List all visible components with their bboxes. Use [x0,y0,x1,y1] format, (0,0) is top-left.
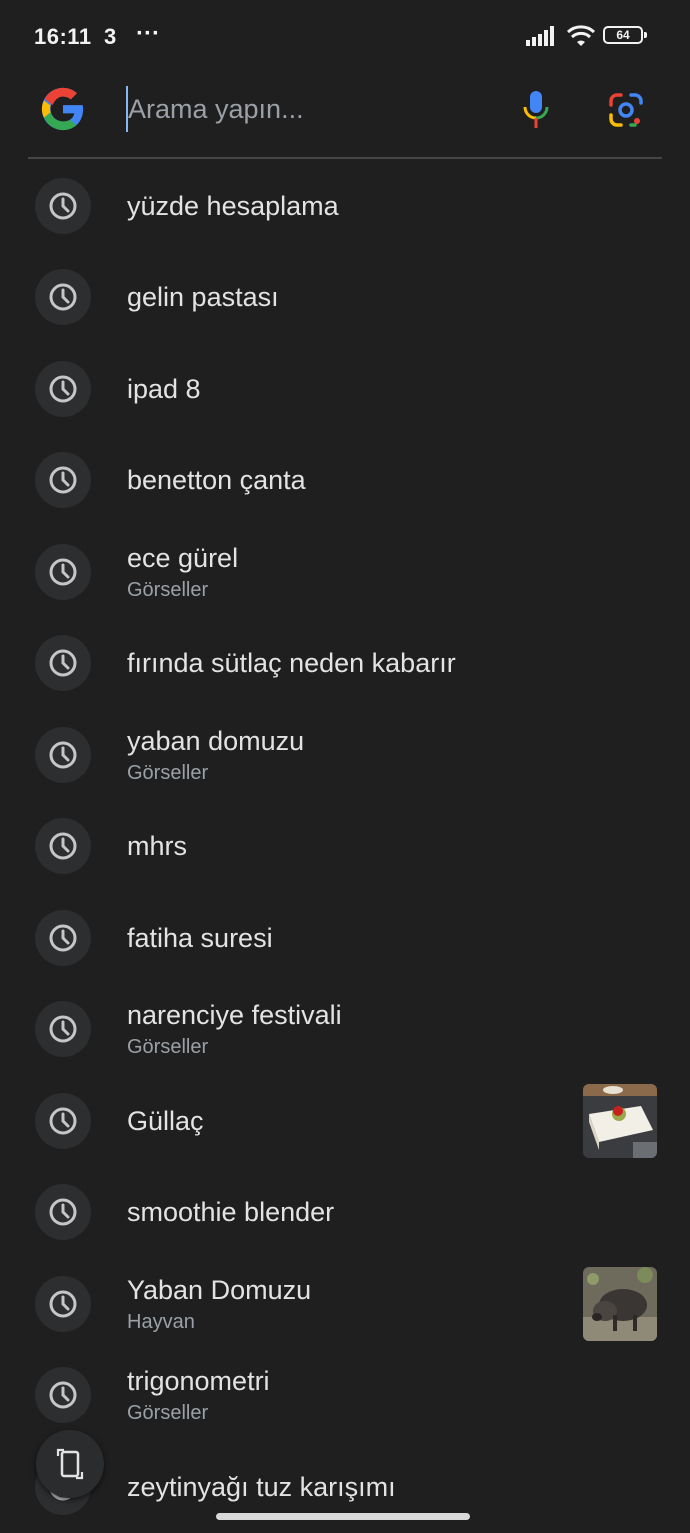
history-item-text: ece gürel Görseller [127,541,238,603]
history-item-title: smoothie blender [127,1197,335,1228]
history-item-title: zeytinyağı tuz karışımı [127,1471,396,1502]
clock-icon [35,1092,91,1149]
history-item[interactable]: trigonometri Görseller [0,1350,690,1442]
clock-icon [35,177,91,234]
history-item-text: yaban domuzu Görseller [127,724,304,786]
history-item-subtitle: Görseller [127,1036,209,1059]
more-notifications-icon: ··· [136,20,160,47]
clock-icon [35,269,91,326]
clock-icon [35,543,91,600]
history-item-title: mhrs [127,831,187,862]
history-item-title: yaban domuzu [127,725,305,756]
history-item-title: yüzde hesaplama [127,190,339,221]
mic-icon[interactable] [522,90,550,130]
gullac-dessert-thumbnail [583,1083,657,1158]
history-item[interactable]: Yaban Domuzu Hayvan [0,1258,690,1350]
clock-icon [35,1275,91,1332]
history-item-text: gelin pastası [127,280,279,314]
clock-icon [35,452,91,509]
search-input[interactable] [126,86,488,132]
clock-icon [35,726,91,783]
history-item-title: trigonometri [127,1366,270,1397]
history-item-text: mhrs [127,829,187,863]
history-item[interactable]: ece gürel Görseller [0,526,690,618]
history-item-subtitle: Görseller [127,761,209,784]
search-bar [0,72,690,158]
history-item-title: gelin pastası [127,282,279,313]
history-item-subtitle: Görseller [127,578,209,601]
history-item[interactable]: benetton çanta [0,435,690,527]
history-item[interactable]: gelin pastası [0,252,690,344]
clock-icon [35,909,91,966]
history-item-subtitle: Görseller [127,1402,209,1425]
clock-icon [35,1001,91,1058]
history-item[interactable]: yaban domuzu Görseller [0,709,690,801]
history-item-title: benetton çanta [127,465,306,496]
history-item-text: trigonometri Görseller [127,1364,270,1426]
history-item-title: fatiha suresi [127,922,273,953]
history-item[interactable]: fırında sütlaç neden kabarır [0,618,690,710]
history-item-text: Güllaç [127,1104,204,1138]
history-item-text: zeytinyağı tuz karışımı [127,1470,396,1504]
history-item[interactable]: yüzde hesaplama [0,160,690,252]
wild-boar-thumbnail [583,1266,657,1341]
wifi-icon [566,25,596,46]
history-item-text: benetton çanta [127,463,306,497]
search-divider [28,157,662,159]
history-item[interactable]: smoothie blender [0,1167,690,1259]
history-item-title: ipad 8 [127,373,201,404]
history-item-text: ipad 8 [127,372,201,406]
battery-icon: 64 [603,26,647,44]
history-item-text: Yaban Domuzu Hayvan [127,1273,311,1335]
google-lens-icon[interactable] [608,92,644,128]
history-item-text: yüzde hesaplama [127,189,339,223]
history-item[interactable]: fatiha suresi [0,892,690,984]
clock-icon [35,1367,91,1424]
history-item[interactable]: Güllaç [0,1075,690,1167]
home-indicator[interactable] [216,1513,470,1520]
history-item-text: fırında sütlaç neden kabarır [127,646,456,680]
search-history-list: yüzde hesaplama gelin pastası ipad 8 benett… [0,160,690,1533]
clock-icon [35,1184,91,1241]
notification-count: 3 [104,24,117,49]
history-item[interactable]: ipad 8 [0,343,690,435]
history-item-title: narenciye festivali [127,1000,342,1031]
clock-icon [35,635,91,692]
history-item[interactable]: narenciye festivali Görseller [0,984,690,1076]
history-item-subtitle: Hayvan [127,1310,195,1333]
signal-icon [526,26,554,46]
history-item-title: ece gürel [127,542,239,573]
clock-icon [35,360,91,417]
google-logo-icon[interactable] [40,86,86,132]
history-item-text: fatiha suresi [127,921,273,955]
rotate-screen-button[interactable] [36,1430,104,1498]
history-item-title: fırında sütlaç neden kabarır [127,648,456,679]
status-bar: 16:11 3 ··· 64 [0,0,690,72]
history-item-title: Yaban Domuzu [127,1274,312,1305]
clock-icon [35,818,91,875]
history-item[interactable]: mhrs [0,801,690,893]
rotate-screen-icon [56,1448,84,1480]
history-item-text: smoothie blender [127,1195,334,1229]
history-item-text: narenciye festivali Görseller [127,998,342,1060]
history-item-title: Güllaç [127,1105,204,1136]
status-time: 16:11 [34,24,92,49]
